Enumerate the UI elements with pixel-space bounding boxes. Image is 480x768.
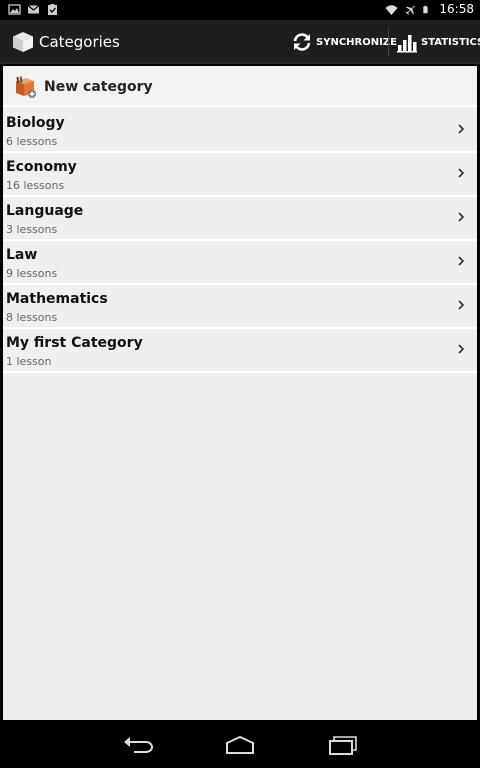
- category-row-mathematics[interactable]: Mathematics 8 lessons: [3, 285, 477, 329]
- action-bar: Categories SYNCHRONIZE STATISTICS: [0, 20, 480, 64]
- lesson-count: 16 lessons: [6, 179, 65, 192]
- category-name: Mathematics: [6, 291, 108, 307]
- new-category-button[interactable]: New category: [3, 66, 477, 107]
- category-name: Economy: [6, 159, 77, 175]
- home-icon[interactable]: [224, 734, 256, 756]
- image-icon: [8, 4, 21, 15]
- category-row-language[interactable]: Language 3 lessons: [3, 197, 477, 241]
- category-name: Law: [6, 247, 38, 263]
- category-name: Language: [6, 203, 84, 219]
- category-row-biology[interactable]: Biology 6 lessons: [3, 109, 477, 153]
- synchronize-button[interactable]: SYNCHRONIZE: [291, 20, 397, 64]
- content-area: New category Biology 6 lessons Economy 1…: [3, 66, 477, 720]
- app-logo-icon[interactable]: [11, 30, 35, 54]
- chevron-right-icon: [458, 256, 465, 266]
- synchronize-label: SYNCHRONIZE: [316, 36, 397, 48]
- chevron-right-icon: [458, 344, 465, 354]
- chevron-right-icon: [458, 212, 465, 222]
- category-row-my-first-category[interactable]: My first Category 1 lesson: [3, 329, 477, 373]
- chevron-right-icon: [458, 168, 465, 178]
- sync-icon: [293, 33, 311, 51]
- category-row-economy[interactable]: Economy 16 lessons: [3, 153, 477, 197]
- bar-chart-icon: [397, 35, 417, 53]
- back-icon[interactable]: [122, 734, 154, 756]
- category-list: Biology 6 lessons Economy 16 lessons Lan…: [3, 109, 477, 373]
- lesson-count: 1 lesson: [6, 355, 52, 368]
- category-row-law[interactable]: Law 9 lessons: [3, 241, 477, 285]
- statistics-button[interactable]: STATISTICS: [396, 20, 480, 64]
- page-title: Categories: [39, 33, 120, 51]
- gmail-icon: [27, 5, 40, 14]
- category-name: My first Category: [6, 335, 143, 351]
- airplane-icon: [405, 4, 416, 15]
- new-category-label: New category: [44, 79, 153, 95]
- navigation-bar: [0, 722, 480, 768]
- action-divider: [388, 28, 389, 56]
- lesson-count: 9 lessons: [6, 267, 58, 280]
- status-bar: 16:58: [0, 0, 480, 20]
- status-time: 16:58: [439, 2, 474, 16]
- wifi-icon: [385, 4, 398, 15]
- lesson-count: 8 lessons: [6, 311, 58, 324]
- clipboard-check-icon: [48, 4, 57, 15]
- chevron-right-icon: [458, 300, 465, 310]
- lesson-count: 3 lessons: [6, 223, 58, 236]
- chevron-right-icon: [458, 124, 465, 134]
- lesson-count: 6 lessons: [6, 135, 58, 148]
- new-category-icon: [16, 76, 36, 98]
- category-name: Biology: [6, 115, 65, 131]
- battery-icon: [423, 5, 429, 13]
- statistics-label: STATISTICS: [421, 36, 480, 48]
- recents-icon[interactable]: [327, 734, 359, 756]
